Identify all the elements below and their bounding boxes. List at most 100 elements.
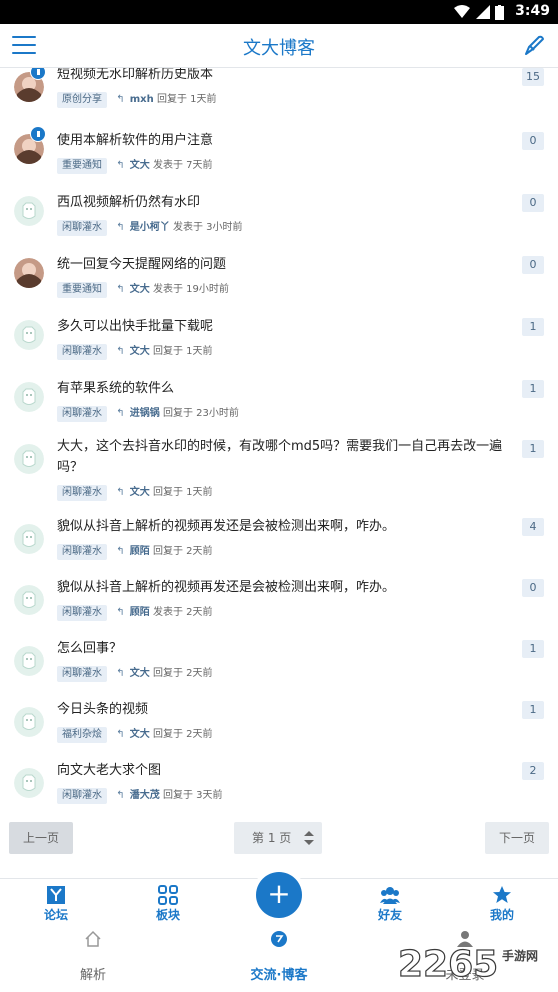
- thread-tag[interactable]: 闲聊灌水: [57, 544, 107, 560]
- thread-user[interactable]: 进锅锅: [130, 408, 160, 419]
- reply-icon: ↰: [116, 546, 125, 557]
- forum-y-icon: [47, 886, 65, 904]
- nav-community[interactable]: 交流·博客: [186, 924, 372, 992]
- reply-icon: ↰: [116, 729, 125, 740]
- tab-boards[interactable]: 板块: [112, 879, 224, 925]
- tab-mine[interactable]: 我的: [446, 879, 558, 925]
- thread-tag[interactable]: 闲聊灌水: [57, 406, 107, 422]
- thread-meta: 闲聊灌水 ↰ 是小柯丫 发表于 3小时前: [57, 218, 243, 236]
- reply-icon: ↰: [116, 790, 125, 801]
- plus-icon: +: [256, 872, 302, 918]
- avatar[interactable]: [14, 126, 46, 164]
- tab-forum[interactable]: 论坛: [0, 879, 112, 925]
- thread-meta: 福利杂烩 ↰ 文大 回复于 2天前: [57, 725, 213, 743]
- thread-tag[interactable]: 闲聊灌水: [57, 788, 107, 804]
- thread-action: 回复于: [152, 346, 183, 357]
- thread-title[interactable]: 统一回复今天提醒网络的问题: [57, 254, 507, 275]
- battery-icon: [495, 5, 504, 20]
- thread-title[interactable]: 有苹果系统的软件么: [57, 378, 507, 399]
- thread-time: 19小时前: [186, 284, 229, 295]
- thread-meta: 闲聊灌水 ↰ 顾陌 回复于 2天前: [57, 542, 213, 560]
- avatar[interactable]: [14, 258, 44, 288]
- thread-time: 2天前: [186, 607, 213, 618]
- avatar[interactable]: [14, 707, 44, 737]
- thread-user[interactable]: mxh: [130, 94, 154, 105]
- thread-tag[interactable]: 闲聊灌水: [57, 485, 107, 501]
- thread-title[interactable]: 向文大老大求个图: [57, 760, 507, 781]
- thread-title[interactable]: 貌似从抖音上解析的视频再发还是会被检测出来啊，咋办。: [57, 577, 507, 598]
- thread-user[interactable]: 潘大茂: [130, 790, 160, 801]
- prev-page-button[interactable]: 上一页: [9, 822, 73, 854]
- discuss-icon: [271, 931, 287, 947]
- reply-count: 0: [522, 132, 544, 150]
- thread-title[interactable]: 貌似从抖音上解析的视频再发还是会被检测出来啊，咋办。: [57, 516, 507, 537]
- thread-tag[interactable]: 原创分享: [57, 92, 107, 108]
- thread-tag[interactable]: 福利杂烩: [57, 727, 107, 743]
- tab-label: 论坛: [43, 908, 68, 922]
- avatar[interactable]: [14, 524, 44, 554]
- pen-icon[interactable]: [522, 34, 546, 58]
- thread-title[interactable]: 多久可以出快手批量下载呢: [57, 316, 507, 337]
- page-select[interactable]: 第 1 页: [234, 822, 322, 854]
- thread-meta: 原创分享 ↰ mxh 回复于 1天前: [57, 90, 217, 108]
- thread-tag[interactable]: 闲聊灌水: [57, 605, 107, 621]
- reply-count: 2: [522, 762, 544, 780]
- thread-action: 回复于: [156, 94, 187, 105]
- avatar[interactable]: [14, 320, 44, 350]
- thread-title[interactable]: 怎么回事？: [57, 638, 507, 659]
- thread-action: 回复于: [152, 729, 183, 740]
- thread-user[interactable]: 顾陌: [130, 546, 150, 557]
- thread-tag[interactable]: 重要通知: [57, 282, 107, 298]
- tab-friends[interactable]: 好友: [334, 879, 446, 925]
- reply-count: 1: [522, 440, 544, 458]
- avatar[interactable]: [14, 444, 44, 474]
- avatar[interactable]: [14, 382, 44, 412]
- avatar[interactable]: [14, 768, 44, 798]
- thread-user[interactable]: 文大: [130, 729, 150, 740]
- thread-user[interactable]: 文大: [130, 284, 150, 295]
- thread-title[interactable]: 西瓜视频解析仍然有水印: [57, 192, 507, 213]
- thread-user[interactable]: 文大: [130, 668, 150, 679]
- thread-title[interactable]: 大大，这个去抖音水印的时候，有改哪个md5吗？需要我们一自己再去改一遍吗？: [57, 436, 507, 478]
- nav-parse[interactable]: 解析: [0, 924, 186, 992]
- reply-count: 1: [522, 640, 544, 658]
- thread-time: 1天前: [186, 487, 213, 498]
- next-page-button[interactable]: 下一页: [485, 822, 549, 854]
- thread-user[interactable]: 文大: [130, 487, 150, 498]
- grid-icon: [158, 885, 178, 905]
- thread-user[interactable]: 文大: [130, 160, 150, 171]
- thread-tag[interactable]: 闲聊灌水: [57, 344, 107, 360]
- plus-symbol: +: [267, 877, 291, 910]
- pager: 上一页 第 1 页 下一页: [0, 808, 558, 872]
- thread-action: 回复于: [152, 668, 183, 679]
- new-post-button[interactable]: +: [252, 868, 306, 922]
- svg-text:2265: 2265: [398, 944, 498, 985]
- status-bar: 3:49: [0, 0, 558, 24]
- thread-action: 回复于: [162, 790, 193, 801]
- thread-time: 2天前: [186, 668, 213, 679]
- thread-title[interactable]: 使用本解析软件的用户注意: [57, 130, 507, 151]
- thread-action: 回复于: [152, 546, 183, 557]
- pin-icon: [30, 126, 46, 142]
- thread-tag[interactable]: 重要通知: [57, 158, 107, 174]
- reply-count: 1: [522, 380, 544, 398]
- avatar[interactable]: [14, 646, 44, 676]
- thread-user[interactable]: 顾陌: [130, 607, 150, 618]
- reply-count: 1: [522, 701, 544, 719]
- thread-title[interactable]: 今日头条的视频: [57, 699, 507, 720]
- thread-time: 1天前: [186, 346, 213, 357]
- star-icon: [493, 886, 511, 903]
- tab-label: 好友: [377, 908, 402, 922]
- sort-icon: [304, 831, 314, 845]
- thread-title[interactable]: 短视频无水印解析历史版本: [57, 68, 507, 85]
- watermark-logo: 2265 手游网: [398, 943, 538, 985]
- thread-user[interactable]: 文大: [130, 346, 150, 357]
- reply-icon: ↰: [116, 222, 125, 233]
- avatar[interactable]: [14, 196, 44, 226]
- avatar[interactable]: [14, 68, 46, 102]
- thread-tag[interactable]: 闲聊灌水: [57, 220, 107, 236]
- thread-tag[interactable]: 闲聊灌水: [57, 666, 107, 682]
- avatar[interactable]: [14, 585, 44, 615]
- thread-user[interactable]: 是小柯丫: [130, 222, 170, 233]
- reply-count: 0: [522, 194, 544, 212]
